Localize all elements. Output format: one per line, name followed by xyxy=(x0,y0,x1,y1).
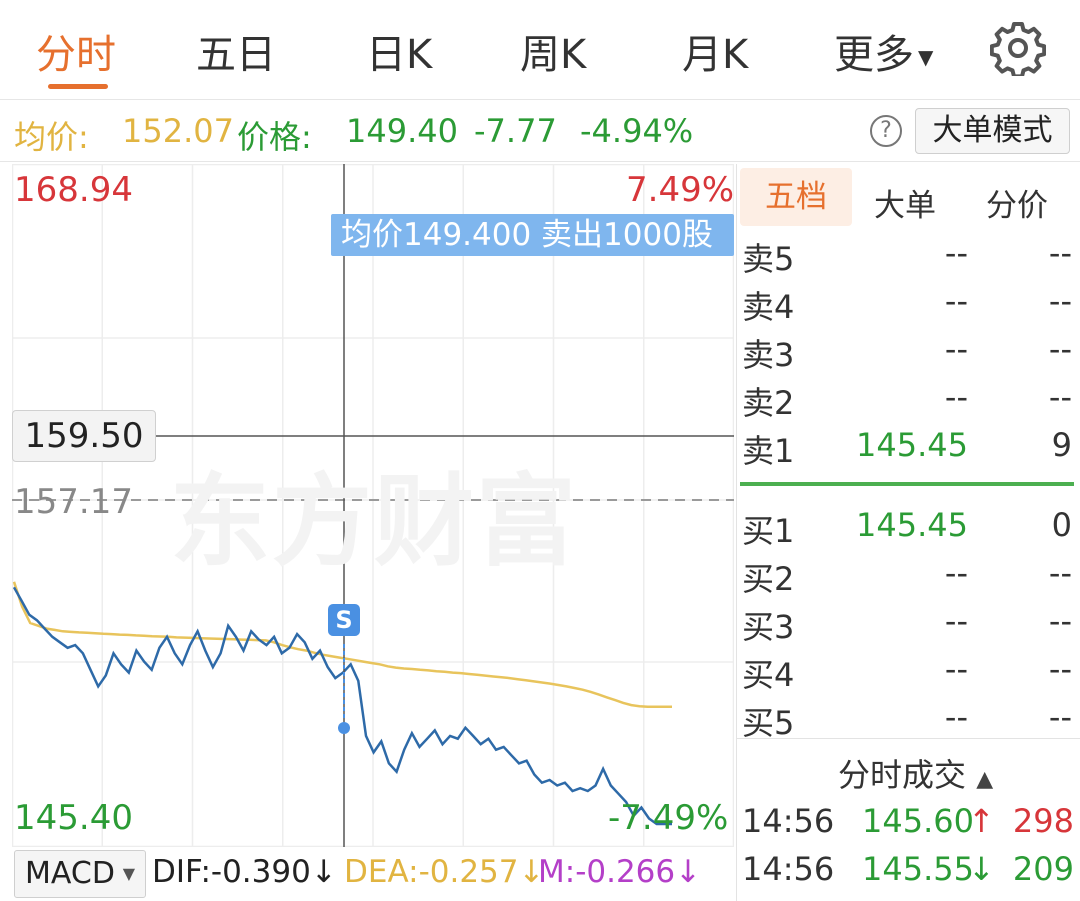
trade-volume: 209 xyxy=(1012,850,1074,888)
level-label: 买1 xyxy=(742,512,795,550)
trade-volume: 298 xyxy=(1012,802,1074,840)
big-order-mode-button[interactable]: 大单模式 xyxy=(915,108,1070,154)
y-axis-min-percent: -7.49% xyxy=(608,798,729,838)
tab-more-label: 更多 xyxy=(834,32,914,78)
trades-header[interactable]: 分时成交 ▲ xyxy=(838,750,993,796)
level-label: 买2 xyxy=(742,560,795,598)
price-value: 149.40 xyxy=(346,112,458,150)
trade-time: 14:56 xyxy=(742,850,835,888)
m-value: M:-0.266↓ xyxy=(538,854,701,890)
level-price: -- xyxy=(944,602,968,640)
tab-weekly-k[interactable]: 周K xyxy=(520,22,586,80)
tab-big-orders[interactable]: 大单 xyxy=(874,180,936,225)
arrow-down-icon: ↓ xyxy=(310,854,337,890)
price-change-percent: -4.94% xyxy=(580,112,694,150)
trade-row: 14:56 145.60 ↑ 298 xyxy=(742,802,1076,846)
level-price: 145.45 xyxy=(856,426,968,464)
level-price: -- xyxy=(944,234,968,272)
dea-text: DEA:-0.257 xyxy=(344,854,519,890)
level-volume: -- xyxy=(1048,378,1072,416)
arrow-up-icon: ↑ xyxy=(968,802,995,840)
trade-price: 145.60 xyxy=(862,802,974,840)
sell-level-1[interactable]: 卖1 145.45 9 xyxy=(742,426,1074,474)
tab-intraday[interactable]: 分时 xyxy=(36,22,116,80)
crosshair-price-tag: 159.50 xyxy=(12,410,156,462)
level-volume: 0 xyxy=(1051,506,1072,544)
tab-price-distribution[interactable]: 分价 xyxy=(986,180,1048,225)
buy-level-4: 买4 -- -- xyxy=(742,650,1074,698)
level-label: 卖5 xyxy=(742,240,795,278)
level-volume: -- xyxy=(1048,330,1072,368)
indicator-selector[interactable]: MACD ▼ xyxy=(14,850,146,898)
trade-time: 14:56 xyxy=(742,802,835,840)
trade-price: 145.55 xyxy=(862,850,974,888)
sell-level-3: 卖3 -- -- xyxy=(742,330,1074,378)
level-price: -- xyxy=(944,330,968,368)
prev-close-label: 157.17 xyxy=(14,482,133,522)
level-volume: -- xyxy=(1048,650,1072,688)
level-volume: -- xyxy=(1048,282,1072,320)
caret-down-icon: ▼ xyxy=(918,45,934,69)
price-change: -7.77 xyxy=(474,112,557,150)
active-tab-indicator xyxy=(48,84,108,89)
level-price: 145.45 xyxy=(856,506,968,544)
caret-down-icon: ▼ xyxy=(122,864,135,883)
level-label: 买4 xyxy=(742,656,795,694)
price-label: 价格: xyxy=(237,118,312,156)
trade-row: 14:56 145.55 ↓ 209 xyxy=(742,850,1076,894)
tab-five-levels[interactable]: 五档 xyxy=(740,168,852,226)
level-volume: -- xyxy=(1048,602,1072,640)
dif-text: DIF:-0.390 xyxy=(152,854,311,890)
dif-value: DIF:-0.390↓ xyxy=(152,854,337,890)
level-label: 卖4 xyxy=(742,288,795,326)
buy-level-1[interactable]: 买1 145.45 0 xyxy=(742,506,1074,554)
level-price: -- xyxy=(944,554,968,592)
caret-up-icon: ▲ xyxy=(976,767,994,792)
tab-daily-k[interactable]: 日K xyxy=(366,22,432,80)
m-text: M:-0.266 xyxy=(538,854,676,890)
level-label: 卖3 xyxy=(742,336,795,374)
tab-more[interactable]: 更多 ▼ xyxy=(834,22,933,80)
tab-monthly-k[interactable]: 月K xyxy=(682,22,748,80)
tab-five-day[interactable]: 五日 xyxy=(196,22,276,80)
trades-title: 分时成交 xyxy=(838,756,967,794)
level-price: -- xyxy=(944,378,968,416)
level-label: 卖1 xyxy=(742,432,795,470)
level-label: 买3 xyxy=(742,608,795,646)
level-price: -- xyxy=(944,650,968,688)
level-price: -- xyxy=(944,698,968,736)
crosshair-dot xyxy=(338,722,350,734)
indicator-selector-label: MACD xyxy=(25,856,115,891)
level-volume: -- xyxy=(1048,234,1072,272)
y-axis-max-percent: 7.49% xyxy=(626,170,735,210)
y-axis-max-label: 168.94 xyxy=(14,170,133,210)
gear-icon[interactable] xyxy=(990,20,1046,76)
question-circle-icon[interactable]: ? xyxy=(870,115,902,147)
sell-level-5: 卖5 -- -- xyxy=(742,234,1074,282)
y-axis-min-label: 145.40 xyxy=(14,798,133,838)
level-price: -- xyxy=(944,282,968,320)
level-volume: -- xyxy=(1048,698,1072,736)
arrow-down-icon: ↓ xyxy=(968,850,995,888)
avg-price-value: 152.07 xyxy=(122,112,234,150)
sell-signal-marker[interactable]: S xyxy=(328,604,360,636)
panel-divider xyxy=(736,738,1080,739)
level-volume: -- xyxy=(1048,554,1072,592)
crosshair-tooltip: 均价149.400 卖出1000股 xyxy=(331,214,734,256)
buy-level-3: 买3 -- -- xyxy=(742,602,1074,650)
sell-level-2: 卖2 -- -- xyxy=(742,378,1074,426)
period-tab-bar: 分时 五日 日K 周K 月K 更多 ▼ xyxy=(0,0,1080,100)
watermark: 东方财富 xyxy=(170,463,578,580)
level-volume: 9 xyxy=(1051,426,1072,464)
avg-price-label: 均价: xyxy=(14,118,89,156)
bid-ask-separator xyxy=(740,482,1074,486)
arrow-down-icon: ↓ xyxy=(675,854,702,890)
dea-value: DEA:-0.257↓ xyxy=(344,854,544,890)
buy-level-2: 买2 -- -- xyxy=(742,554,1074,602)
level-label: 卖2 xyxy=(742,384,795,422)
sell-level-4: 卖4 -- -- xyxy=(742,282,1074,330)
